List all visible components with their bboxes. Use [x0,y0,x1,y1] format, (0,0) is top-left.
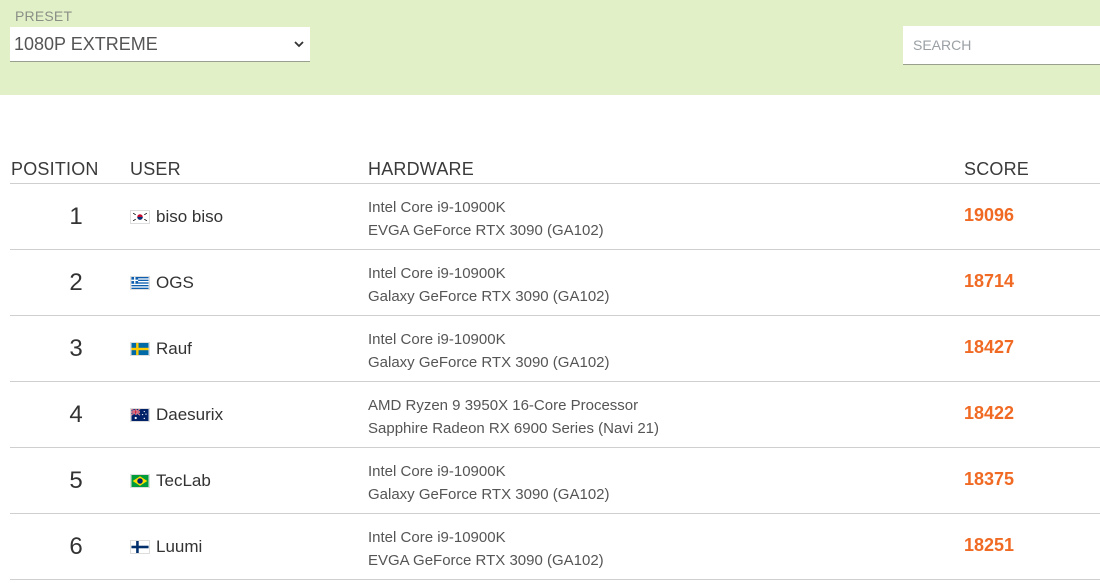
search-placeholder: SEARCH [913,37,972,53]
search-input[interactable]: SEARCH [903,26,1100,65]
preset-label: PRESET [15,8,73,24]
hardware-cell: Intel Core i9-10900K EVGA GeForce RTX 30… [368,526,604,572]
column-header-hardware[interactable]: HARDWARE [368,159,474,180]
score-cell: 18251 [964,535,1015,555]
table-row: 4 Daesurix AMD Ryzen 9 3950X 16-Core Pro… [10,382,1100,448]
brazil-flag-icon [130,473,150,488]
score-cell: 19096 [964,205,1015,225]
table-row: 6 Luumi Intel Core i9-10900K EVGA GeForc… [10,514,1100,580]
chevron-down-icon [290,35,308,53]
hardware-cell: Intel Core i9-10900K Galaxy GeForce RTX … [368,262,610,308]
user-name[interactable]: biso biso [156,207,223,227]
cpu-name: Intel Core i9-10900K [368,331,506,348]
user-cell: OGS [130,250,194,315]
score-cell: 18375 [964,469,1015,489]
user-cell: TecLab [130,448,211,513]
position-cell: 6 [69,532,83,560]
position-cell: 5 [69,466,83,494]
table-row: 1 biso biso Intel Core i9-10900K EVGA Ge… [10,184,1100,250]
user-name[interactable]: OGS [156,273,194,293]
user-cell: biso biso [130,184,223,249]
position-cell: 2 [69,268,83,296]
cpu-name: AMD Ryzen 9 3950X 16-Core Processor [368,397,639,414]
user-name[interactable]: Rauf [156,339,192,359]
hardware-cell: Intel Core i9-10900K EVGA GeForce RTX 30… [368,196,604,242]
gpu-name: Galaxy GeForce RTX 3090 (GA102) [368,354,610,371]
gpu-name: Galaxy GeForce RTX 3090 (GA102) [368,486,610,503]
position-cell: 3 [69,334,83,362]
sweden-flag-icon [130,341,150,356]
cpu-name: Intel Core i9-10900K [368,265,506,282]
position-cell: 1 [69,202,83,230]
gpu-name: Sapphire Radeon RX 6900 Series (Navi 21) [368,420,659,437]
score-cell: 18714 [964,271,1015,291]
score-cell: 18422 [964,403,1015,423]
table-row: 5 TecLab Intel Core i9-10900K Galaxy GeF… [10,448,1100,514]
gpu-name: EVGA GeForce RTX 3090 (GA102) [368,222,604,239]
greece-flag-icon [130,275,150,290]
preset-select[interactable]: 1080P EXTREME [10,27,310,62]
user-cell: Daesurix [130,382,223,447]
cpu-name: Intel Core i9-10900K [368,463,506,480]
position-cell: 4 [69,400,83,428]
preset-select-value: 1080P EXTREME [14,33,158,54]
user-name[interactable]: Luumi [156,537,202,557]
hardware-cell: Intel Core i9-10900K Galaxy GeForce RTX … [368,460,610,506]
cpu-name: Intel Core i9-10900K [368,529,506,546]
hardware-cell: AMD Ryzen 9 3950X 16-Core Processor Sapp… [368,394,659,440]
table-row: 3 Rauf Intel Core i9-10900K Galaxy GeFor… [10,316,1100,382]
cpu-name: Intel Core i9-10900K [368,199,506,216]
gpu-name: Galaxy GeForce RTX 3090 (GA102) [368,288,610,305]
column-header-user[interactable]: USER [130,159,181,180]
hardware-cell: Intel Core i9-10900K Galaxy GeForce RTX … [368,328,610,374]
finland-flag-icon [130,539,150,554]
table-row: 2 OGS Intel Core i9-10900K Galaxy GeForc… [10,250,1100,316]
column-header-score[interactable]: SCORE [964,159,1029,180]
user-name[interactable]: Daesurix [156,405,223,425]
user-cell: Rauf [130,316,192,381]
gpu-name: EVGA GeForce RTX 3090 (GA102) [368,552,604,569]
user-name[interactable]: TecLab [156,471,211,491]
user-cell: Luumi [130,514,202,579]
table-header: POSITION USER HARDWARE SCORE [10,150,1100,184]
column-header-position[interactable]: POSITION [11,159,99,180]
filter-bar: PRESET 1080P EXTREME SEARCH [0,0,1100,95]
australia-flag-icon [130,407,150,422]
leaderboard-table: POSITION USER HARDWARE SCORE 1 biso biso… [10,150,1100,580]
score-cell: 18427 [964,337,1015,357]
south-korea-flag-icon [130,209,150,224]
